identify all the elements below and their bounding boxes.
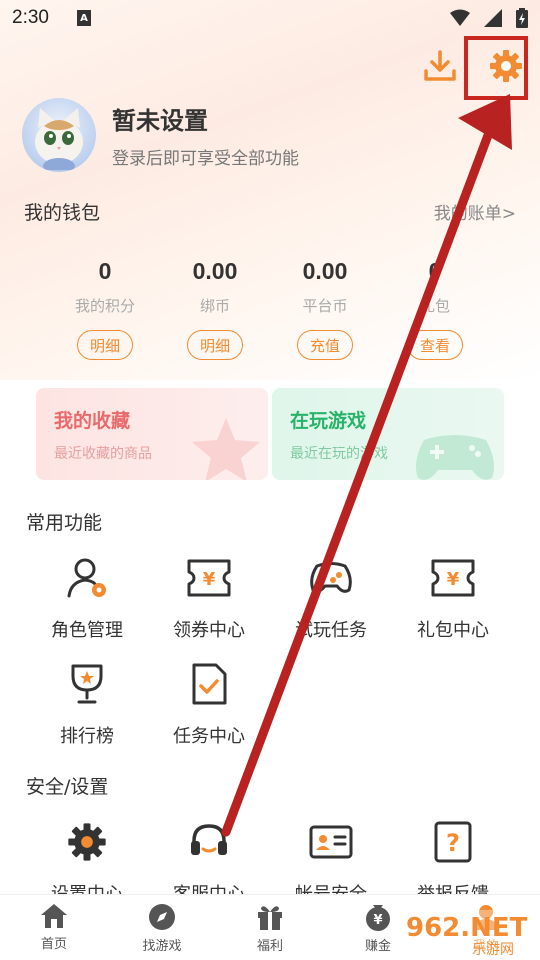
wallet-header: 我的钱包 我的账单> bbox=[24, 198, 516, 225]
star-icon bbox=[192, 418, 260, 480]
svg-text:?: ? bbox=[446, 829, 460, 857]
tab-label: 首页 bbox=[40, 937, 67, 952]
tab-welfare[interactable]: 福利 bbox=[216, 895, 324, 960]
money-bag-icon: ¥ bbox=[366, 905, 390, 931]
profile-name: 暂未设置 bbox=[112, 107, 208, 135]
tab-label: 赚金 bbox=[364, 939, 391, 954]
stat-platform-coins: 0.00 平台币 充值 bbox=[270, 258, 380, 360]
security-settings-title: 安全/设置 bbox=[26, 776, 109, 798]
stat-value: 0 bbox=[98, 258, 112, 284]
id-card-icon bbox=[309, 825, 353, 859]
bill-link[interactable]: 我的账单> bbox=[434, 199, 516, 224]
stat-points: 0 我的积分 明细 bbox=[50, 258, 160, 360]
site-watermark-logo: 962.NET 乐游网 bbox=[400, 910, 538, 958]
profile-subtitle: 登录后即可享受全部功能 bbox=[112, 149, 299, 169]
wallet-title: 我的钱包 bbox=[24, 202, 101, 224]
gear-icon bbox=[68, 823, 106, 861]
download-button[interactable] bbox=[420, 46, 460, 86]
gift-view-button[interactable]: 查看 bbox=[407, 330, 463, 360]
tab-label: 找游戏 bbox=[142, 939, 182, 954]
svg-text:¥: ¥ bbox=[203, 569, 216, 590]
grid-label: 排行榜 bbox=[60, 726, 114, 747]
wifi-icon bbox=[450, 9, 470, 26]
recharge-button[interactable]: 充值 bbox=[297, 330, 353, 360]
avatar[interactable] bbox=[22, 98, 96, 172]
leaderboard-button[interactable]: 排行榜 bbox=[26, 660, 148, 766]
coupon-center-button[interactable]: ¥ 领券中心 bbox=[148, 554, 270, 660]
status-time: 2:30 bbox=[12, 7, 49, 28]
playing-card[interactable]: 在玩游戏 最近在玩的游戏 bbox=[272, 388, 504, 480]
stat-label: 绑币 bbox=[199, 297, 230, 315]
svg-text:¥: ¥ bbox=[373, 913, 382, 928]
common-functions-grid: 角色管理 ¥ 领券中心 试玩任务 ¥ 礼包中心 排行榜 任务中心 bbox=[26, 554, 514, 766]
stat-label: 平台币 bbox=[302, 297, 348, 315]
gamepad-icon bbox=[416, 435, 494, 480]
shortcut-cards: 我的收藏 最近收藏的商品 在玩游戏 最近在玩的游戏 bbox=[36, 388, 504, 480]
watermark-sub: 乐游网 bbox=[472, 942, 514, 958]
trial-task-button[interactable]: 试玩任务 bbox=[270, 554, 392, 660]
battery-icon bbox=[516, 8, 528, 28]
notification-icon: A bbox=[76, 10, 91, 26]
status-bar: 2:30 A bbox=[0, 0, 540, 36]
gift-voucher-icon: ¥ bbox=[431, 559, 475, 597]
stat-value: 0 bbox=[428, 258, 442, 284]
grid-label: 礼包中心 bbox=[417, 620, 489, 641]
gamepad-icon bbox=[310, 562, 352, 593]
common-functions-title: 常用功能 bbox=[26, 512, 103, 534]
tab-label: 福利 bbox=[256, 939, 283, 954]
download-icon bbox=[424, 50, 456, 81]
watermark-text: 962.NET bbox=[406, 913, 528, 943]
trophy-icon bbox=[71, 664, 103, 704]
report-icon: ? bbox=[434, 821, 472, 863]
stat-gift-packs: 0 礼包 查看 bbox=[380, 258, 490, 360]
points-detail-button[interactable]: 明细 bbox=[77, 330, 133, 360]
tab-find-games[interactable]: 找游戏 bbox=[108, 895, 216, 960]
grid-label: 角色管理 bbox=[51, 620, 123, 641]
grid-label: 试玩任务 bbox=[295, 620, 367, 641]
profile-section[interactable]: 暂未设置 登录后即可享受全部功能 bbox=[22, 98, 299, 172]
stat-value: 0.00 bbox=[302, 258, 348, 284]
gift-icon bbox=[258, 906, 282, 930]
svg-text:¥: ¥ bbox=[447, 569, 460, 590]
settings-highlight-box bbox=[464, 36, 528, 100]
compass-icon bbox=[149, 904, 175, 930]
stat-label: 我的积分 bbox=[74, 297, 135, 315]
home-icon bbox=[41, 904, 67, 928]
favorites-card[interactable]: 我的收藏 最近收藏的商品 bbox=[36, 388, 268, 480]
signal-icon bbox=[484, 9, 502, 27]
headset-icon bbox=[191, 824, 227, 855]
grid-label: 任务中心 bbox=[173, 726, 245, 747]
bound-coins-detail-button[interactable]: 明细 bbox=[187, 330, 243, 360]
stat-value: 0.00 bbox=[192, 258, 238, 284]
cat-avatar-icon bbox=[35, 108, 83, 170]
playing-title: 在玩游戏 bbox=[290, 410, 367, 432]
role-manage-button[interactable]: 角色管理 bbox=[26, 554, 148, 660]
task-center-button[interactable]: 任务中心 bbox=[148, 660, 270, 766]
profile-text: 暂未设置 登录后即可享受全部功能 bbox=[112, 101, 299, 169]
role-manage-icon bbox=[67, 558, 106, 598]
tab-home[interactable]: 首页 bbox=[0, 895, 108, 960]
stat-bound-coins: 0.00 绑币 明细 bbox=[160, 258, 270, 360]
gift-center-button[interactable]: ¥ 礼包中心 bbox=[392, 554, 514, 660]
stat-label: 礼包 bbox=[419, 297, 450, 315]
task-icon bbox=[192, 663, 227, 705]
wallet-stats: 0 我的积分 明细 0.00 绑币 明细 0.00 平台币 充值 0 礼包 查看 bbox=[50, 258, 490, 360]
coupon-icon: ¥ bbox=[187, 559, 231, 597]
grid-label: 领券中心 bbox=[173, 620, 245, 641]
